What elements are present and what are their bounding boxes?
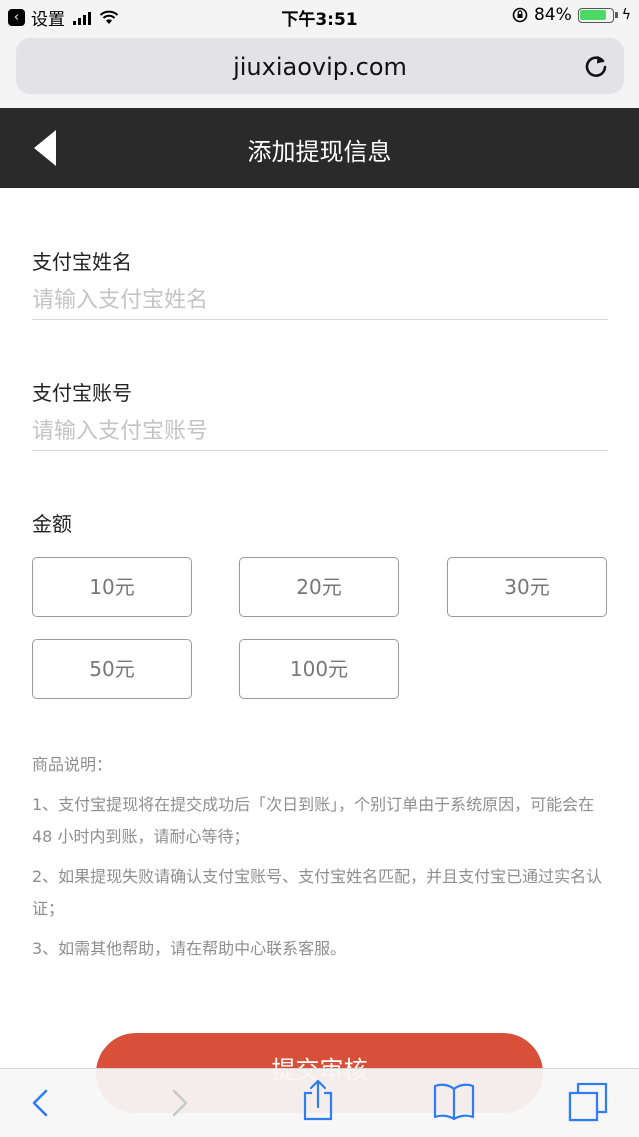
charging-bolt-icon: ϟ bbox=[621, 7, 631, 23]
note-item-2: 2、如果提现失败请确认支付宝账号、支付宝姓名匹配，并且支付宝已通过实名认证； bbox=[32, 867, 603, 918]
alipay-account-label: 支付宝账号 bbox=[32, 381, 132, 405]
battery-cap bbox=[614, 12, 618, 18]
orientation-lock-icon bbox=[512, 7, 528, 23]
notes-title: 商品说明： bbox=[32, 755, 113, 774]
reload-icon[interactable] bbox=[582, 52, 610, 80]
alipay-account-input[interactable] bbox=[32, 412, 608, 451]
amount-option-30[interactable]: 30元 bbox=[447, 557, 607, 617]
url-text[interactable]: jiuxiaovip.com bbox=[16, 53, 624, 81]
battery-fill bbox=[580, 10, 606, 20]
share-icon[interactable] bbox=[300, 1077, 336, 1123]
alipay-name-input[interactable] bbox=[32, 281, 608, 320]
browser-toolbar bbox=[0, 1068, 639, 1137]
status-bar: ‹ 设置 下午3:51 84% ϟ bbox=[0, 0, 639, 34]
amount-option-20[interactable]: 20元 bbox=[239, 557, 399, 617]
battery-percent: 84% bbox=[533, 5, 572, 25]
browser-forward-icon[interactable] bbox=[168, 1083, 192, 1123]
amount-option-100[interactable]: 100元 bbox=[239, 639, 399, 699]
browser-back-icon[interactable] bbox=[28, 1083, 52, 1123]
battery-icon bbox=[577, 7, 614, 23]
bookmarks-icon[interactable] bbox=[432, 1081, 476, 1121]
amount-option-50[interactable]: 50元 bbox=[32, 639, 192, 699]
page-title: 添加提现信息 bbox=[247, 138, 392, 166]
address-bar-area: jiuxiaovip.com bbox=[0, 34, 639, 108]
alipay-name-label: 支付宝姓名 bbox=[32, 250, 132, 274]
note-item-1: 1、支付宝提现将在提交成功后「次日到账」，个别订单由于系统原因，可能会在 48 … bbox=[32, 795, 595, 846]
address-bar[interactable]: jiuxiaovip.com bbox=[16, 38, 624, 94]
page-header: 添加提现信息 bbox=[0, 108, 639, 188]
product-notes: 商品说明： 1、支付宝提现将在提交成功后「次日到账」，个别订单由于系统原因，可能… bbox=[32, 749, 608, 973]
tabs-icon[interactable] bbox=[566, 1081, 610, 1123]
amount-label: 金额 bbox=[32, 512, 72, 536]
amount-option-10[interactable]: 10元 bbox=[32, 557, 192, 617]
note-item-3: 3、如需其他帮助，请在帮助中心联系客服。 bbox=[32, 939, 347, 958]
